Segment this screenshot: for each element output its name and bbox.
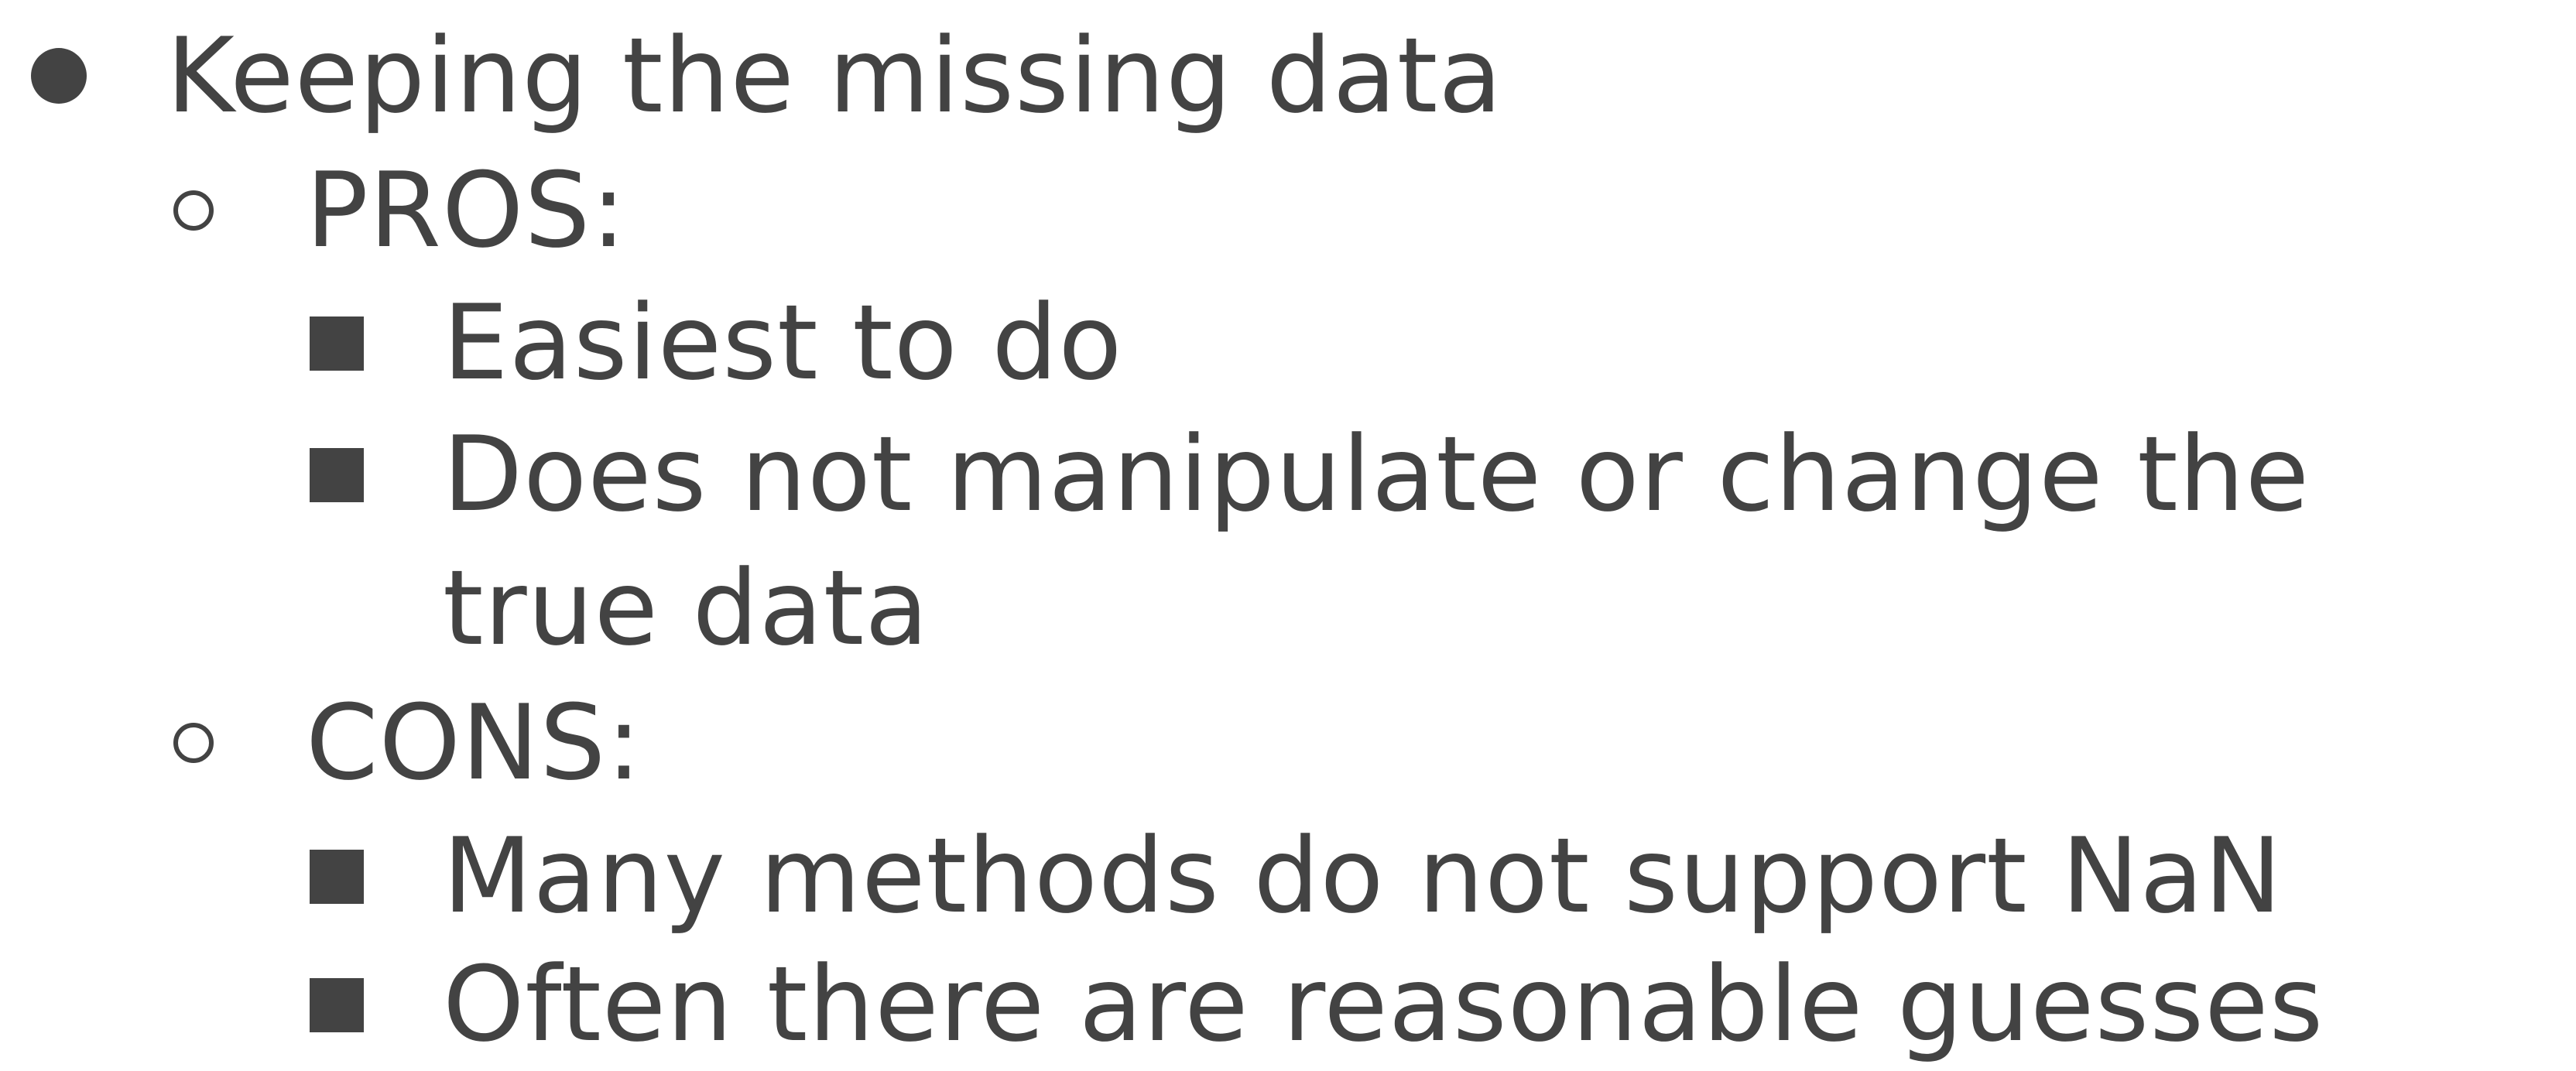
cons-label: CONS: — [306, 683, 642, 803]
cons-item-text: Many methods do not support NaN — [443, 816, 2283, 936]
square-bullet-icon — [310, 850, 364, 904]
square-bullet-icon — [310, 317, 364, 371]
square-bullet-icon — [310, 978, 364, 1032]
pros-item-text: Easiest to do — [443, 282, 1123, 403]
pros-item-text-continued: true data — [443, 548, 930, 669]
slide: Keeping the missing data PROS: Easiest t… — [0, 0, 2576, 1071]
square-bullet-icon — [310, 448, 364, 502]
hollow-circle-bullet-icon — [173, 190, 214, 231]
filled-disc-bullet-icon — [31, 48, 87, 104]
pros-label: PROS: — [306, 150, 627, 271]
hollow-circle-bullet-icon — [173, 723, 214, 763]
bullet-text-main: Keeping the missing data — [166, 15, 1503, 136]
pros-item-text: Does not manipulate or change the — [443, 414, 2311, 535]
cons-item-text: Often there are reasonable guesses — [443, 944, 2324, 1065]
